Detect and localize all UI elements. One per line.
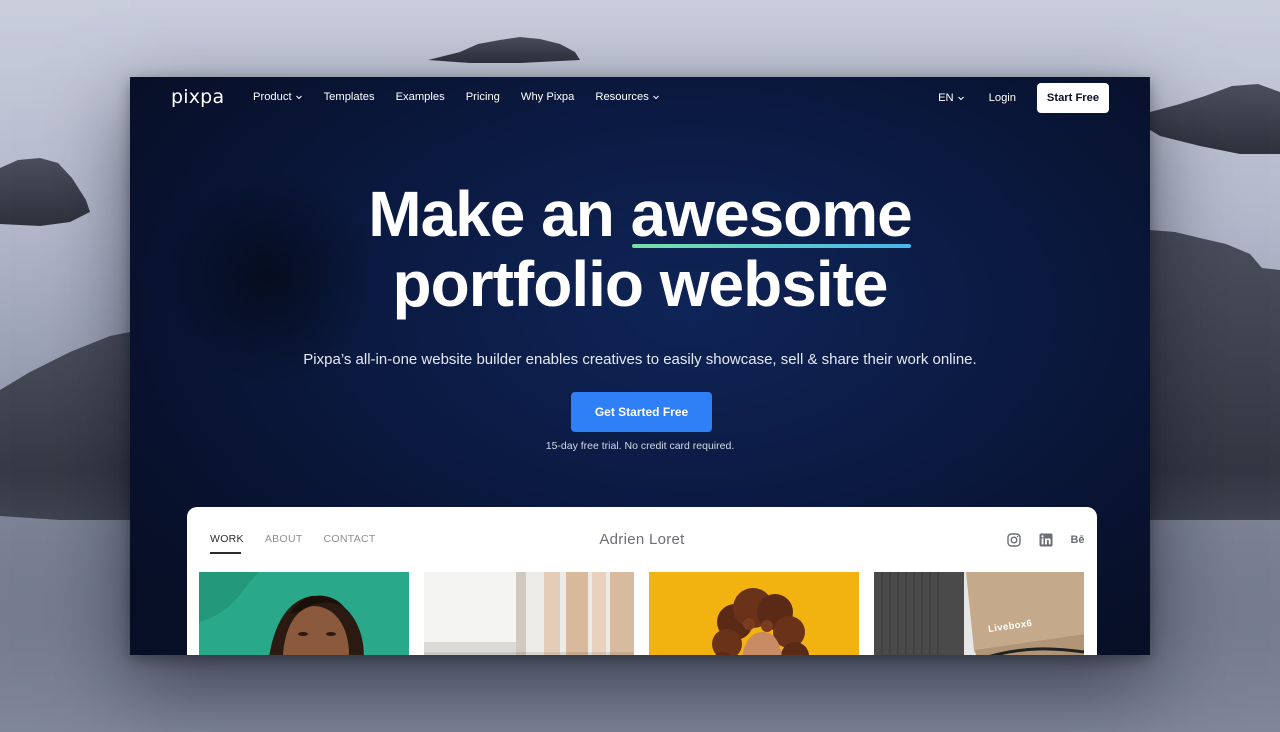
- portrait-image: [199, 572, 409, 655]
- chevron-down-icon: [957, 96, 964, 101]
- nav-item-examples[interactable]: Examples: [396, 91, 445, 103]
- login-link[interactable]: Login: [989, 92, 1016, 104]
- gallery-tile-product[interactable]: Livebox6: [874, 572, 1084, 655]
- website-preview-window: pixpa Product Templates Examples Pricing…: [130, 77, 1150, 655]
- start-free-button[interactable]: Start Free: [1037, 83, 1109, 113]
- highlighted-word: awesome: [630, 178, 913, 250]
- social-links: Bē: [989, 532, 1085, 547]
- top-navigation: pixpa Product Templates Examples Pricing…: [130, 77, 1150, 121]
- portfolio-gallery: Livebox6: [199, 572, 1097, 655]
- portfolio-preview-card: WORK ABOUT CONTACT Adrien Loret Bē Liveb…: [187, 507, 1097, 655]
- gradient-underline: [631, 244, 911, 248]
- nav-item-pricing[interactable]: Pricing: [466, 91, 500, 103]
- interior-image: [424, 572, 634, 655]
- portfolio-owner-name: Adrien Loret: [599, 531, 685, 548]
- hero-headline-line-2: portfolio website: [392, 248, 889, 320]
- gallery-tile-portrait-woman[interactable]: [649, 572, 859, 655]
- gallery-tile-portrait-man[interactable]: [199, 572, 409, 655]
- nav-item-resources[interactable]: Resources: [595, 91, 659, 103]
- hero-headline-line-1: Make an awesome: [368, 178, 913, 250]
- nav-right: EN Login Start Free: [938, 83, 1109, 113]
- behance-icon[interactable]: Bē: [1070, 532, 1085, 547]
- linkedin-icon[interactable]: [1038, 532, 1053, 547]
- instagram-icon[interactable]: [1006, 532, 1021, 547]
- nav-item-product[interactable]: Product: [253, 91, 303, 103]
- hero-subtitle: Pixpa’s all-in-one website builder enabl…: [303, 351, 977, 368]
- active-tab-indicator: [210, 552, 241, 554]
- chevron-down-icon: [652, 95, 659, 100]
- portrait-image: [649, 572, 859, 655]
- gallery-tile-interior[interactable]: [424, 572, 634, 655]
- pixpa-logo[interactable]: pixpa: [171, 86, 224, 108]
- get-started-free-button[interactable]: Get Started Free: [571, 392, 712, 432]
- chevron-down-icon: [295, 95, 302, 100]
- trial-note: 15-day free trial. No credit card requir…: [545, 440, 735, 452]
- language-selector[interactable]: EN: [938, 92, 965, 104]
- product-image: [874, 572, 1084, 655]
- hero-headline: Make an awesome portfolio website: [130, 179, 1150, 319]
- nav-links: Product Templates Examples Pricing Why P…: [253, 91, 681, 103]
- nav-item-templates[interactable]: Templates: [324, 91, 375, 103]
- nav-item-why-pixpa[interactable]: Why Pixpa: [521, 91, 574, 103]
